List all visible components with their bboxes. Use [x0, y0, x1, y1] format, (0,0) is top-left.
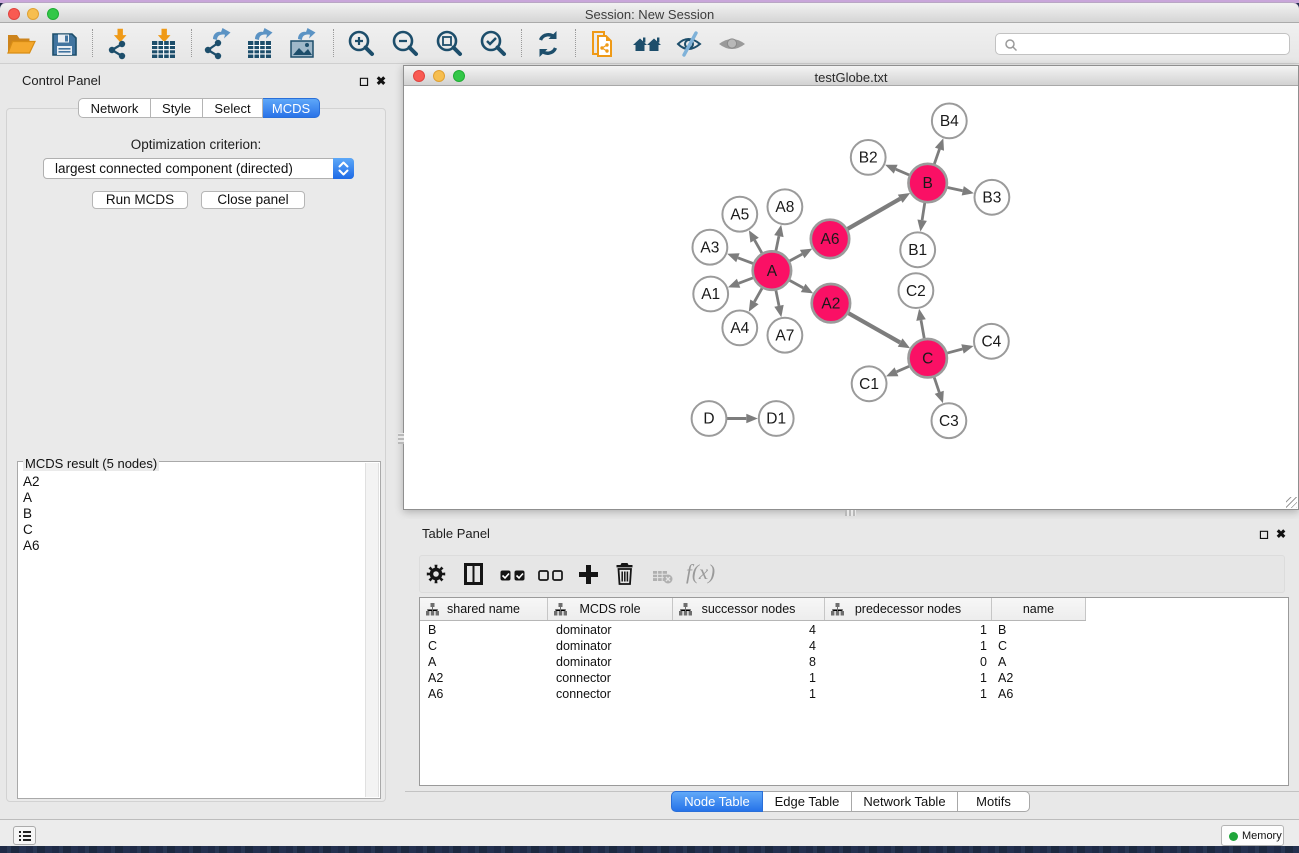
svg-text:A2: A2: [821, 295, 840, 312]
svg-text:A1: A1: [701, 286, 720, 303]
svg-text:A4: A4: [730, 320, 749, 337]
svg-text:A8: A8: [775, 199, 794, 216]
svg-text:C: C: [922, 350, 933, 367]
svg-text:B2: B2: [859, 150, 878, 167]
svg-text:D: D: [703, 411, 714, 428]
svg-text:B1: B1: [908, 242, 927, 259]
svg-text:C2: C2: [906, 283, 926, 300]
svg-text:A3: A3: [700, 239, 719, 256]
svg-text:B4: B4: [940, 113, 959, 130]
svg-text:A6: A6: [821, 231, 840, 248]
svg-text:A: A: [767, 263, 778, 280]
svg-text:C1: C1: [859, 376, 879, 393]
svg-text:A7: A7: [775, 327, 794, 344]
svg-text:C4: C4: [981, 334, 1001, 351]
svg-text:B: B: [923, 175, 933, 192]
svg-text:B3: B3: [982, 190, 1001, 207]
svg-text:C3: C3: [939, 413, 959, 430]
svg-text:D1: D1: [766, 411, 786, 428]
svg-text:A5: A5: [730, 206, 749, 223]
